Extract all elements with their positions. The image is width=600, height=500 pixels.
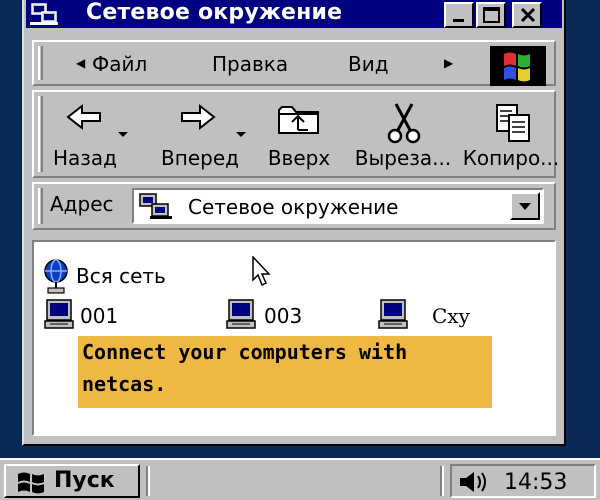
computer-icon	[44, 299, 74, 329]
minimize-button[interactable]	[444, 2, 474, 28]
clock[interactable]: 14:53	[504, 470, 567, 495]
cut-button[interactable]: Выреза...	[346, 96, 460, 176]
maximize-button[interactable]	[476, 2, 506, 28]
menu-edit[interactable]: Правка	[212, 52, 288, 76]
item-label: 003	[264, 304, 303, 328]
back-dropdown-icon[interactable]	[118, 132, 128, 137]
cut-label: Выреза...	[354, 146, 452, 170]
address-value: Сетевое окружение	[188, 195, 399, 219]
menu-view[interactable]: Вид	[348, 52, 389, 76]
item-label: Cxy	[432, 304, 470, 328]
band-grip[interactable]	[38, 96, 43, 172]
back-arrow-icon	[66, 103, 101, 131]
item-label: Вся сеть	[76, 264, 166, 288]
back-label: Назад	[52, 146, 117, 170]
address-combobox[interactable]: Сетевое окружение	[132, 188, 544, 224]
band-grip[interactable]	[38, 188, 43, 224]
close-button[interactable]	[512, 2, 542, 28]
network-neighborhood-icon	[30, 3, 58, 25]
up-folder-icon	[278, 106, 319, 134]
taskbar-separator	[146, 466, 150, 496]
address-band: Адрес Сетевое окружение	[32, 182, 556, 230]
list-item[interactable]: Cxy	[378, 298, 498, 334]
forward-button[interactable]: Вперед	[152, 96, 248, 176]
taskbar-separator	[440, 466, 444, 496]
up-label: Вверх	[267, 146, 331, 170]
menu-band: ◀ Файл Правка Вид ▶	[32, 40, 556, 86]
back-button[interactable]: Назад	[46, 96, 128, 176]
item-label: 001	[80, 304, 119, 328]
system-tray: 14:53	[450, 464, 596, 498]
close-icon	[520, 7, 536, 23]
volume-icon[interactable]	[458, 469, 494, 495]
menu-scroll-right-icon[interactable]: ▶	[444, 56, 453, 70]
computer-icon	[226, 299, 256, 329]
mouse-cursor-icon	[252, 256, 271, 287]
list-item[interactable]: Вся сеть	[42, 258, 192, 294]
menu-file[interactable]: Файл	[92, 52, 147, 76]
taskbar: Пуск 14:53	[0, 458, 600, 500]
network-neighborhood-icon	[139, 193, 172, 219]
computer-icon	[378, 299, 408, 329]
toolbar-band: Назад Вперед Вверх Выреза... Копиро...	[32, 90, 559, 178]
address-label: Адрес	[50, 192, 114, 216]
window-title: Сетевое окружение	[86, 0, 343, 25]
address-dropdown-button[interactable]	[510, 192, 540, 220]
copy-icon	[496, 104, 530, 142]
windows-logo-throbber	[490, 46, 546, 86]
copy-label: Копиро...	[462, 146, 560, 170]
explorer-window: Сетевое окружение ◀ Файл Правка Вид ▶ На…	[22, 0, 566, 446]
forward-label: Вперед	[161, 146, 239, 170]
copy-button[interactable]: Копиро...	[458, 96, 564, 176]
tooltip-line: Connect your computers with	[82, 340, 408, 364]
scissors-icon	[387, 103, 421, 144]
forward-dropdown-icon[interactable]	[236, 132, 246, 137]
title-bar[interactable]: Сетевое окружение	[26, 0, 562, 28]
start-label: Пуск	[54, 468, 115, 493]
maximize-icon	[483, 7, 500, 23]
tooltip-line: netcas.	[82, 372, 167, 396]
forward-arrow-icon	[181, 103, 216, 131]
windows-flag-icon	[504, 52, 530, 82]
list-item[interactable]: 001	[44, 298, 154, 334]
folder-view[interactable]: Вся сеть 001 003 Cxy Connect your comput…	[32, 240, 556, 436]
list-item[interactable]: 003	[226, 298, 336, 334]
menu-scroll-left-icon[interactable]: ◀	[76, 56, 85, 70]
globe-network-icon	[44, 259, 68, 294]
windows-flag-icon	[18, 472, 44, 494]
tooltip: Connect your computers with netcas.	[78, 336, 492, 408]
start-button[interactable]: Пуск	[4, 464, 140, 498]
band-grip[interactable]	[38, 46, 43, 80]
up-button[interactable]: Вверх	[254, 96, 344, 176]
minimize-icon	[453, 19, 464, 22]
